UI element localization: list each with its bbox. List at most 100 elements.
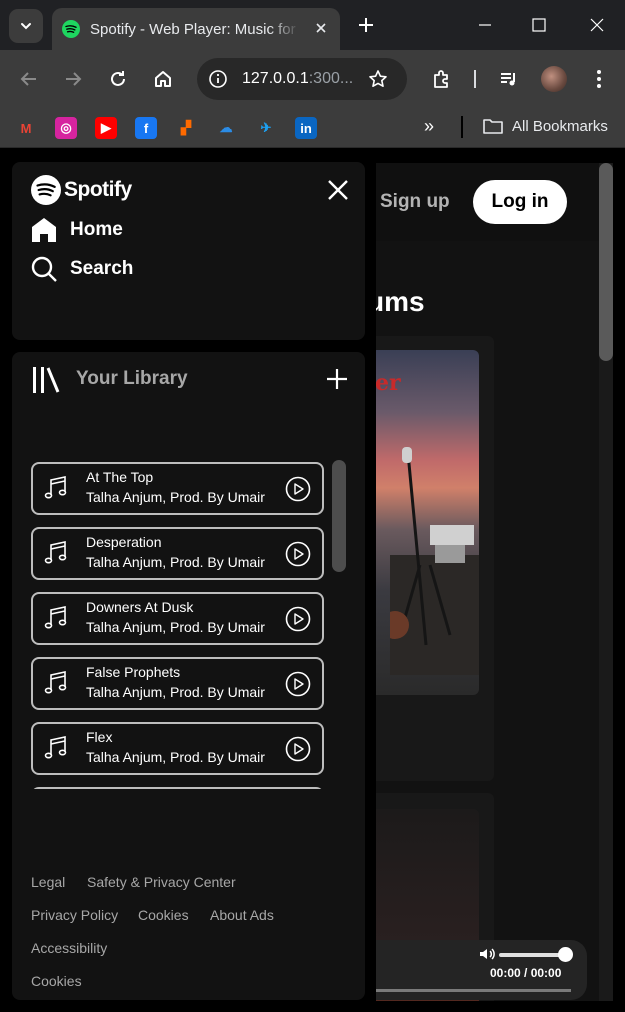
nav-panel: Spotify Home Search bbox=[12, 162, 365, 340]
address-bar[interactable]: 127.0.0.1:300... bbox=[197, 58, 407, 100]
volume-slider-handle[interactable] bbox=[558, 947, 573, 962]
bookmark-app[interactable]: ▞ bbox=[175, 117, 197, 139]
bookmark-gmail[interactable]: M bbox=[15, 117, 37, 139]
bird-icon: ✈ bbox=[260, 120, 272, 135]
library-track[interactable]: Flex Talha Anjum, Prod. By Umair bbox=[31, 722, 324, 775]
track-artist: Talha Anjum, Prod. By Umair bbox=[86, 749, 265, 765]
volume-icon[interactable] bbox=[478, 945, 496, 963]
add-icon[interactable] bbox=[326, 368, 348, 390]
maximize-button[interactable] bbox=[526, 12, 552, 38]
login-button[interactable]: Log in bbox=[473, 180, 567, 224]
music-notes-icon bbox=[44, 476, 67, 499]
tab-close-icon[interactable] bbox=[312, 19, 330, 37]
play-circle-icon[interactable] bbox=[285, 606, 311, 632]
all-bookmarks-button[interactable]: All Bookmarks bbox=[483, 117, 608, 135]
reload-icon bbox=[111, 71, 125, 86]
arrow-right-icon bbox=[66, 72, 82, 86]
browser-toolbar: 127.0.0.1:300... bbox=[0, 50, 625, 108]
playlist-icon bbox=[501, 73, 515, 86]
browser-menu-button[interactable] bbox=[586, 66, 612, 92]
spotify-logo[interactable]: Spotify bbox=[30, 174, 132, 206]
media-control-button[interactable] bbox=[496, 66, 522, 92]
page-scrollbar-thumb[interactable] bbox=[599, 163, 613, 361]
close-window-button[interactable] bbox=[584, 12, 610, 38]
library-icon[interactable] bbox=[31, 366, 61, 394]
library-track[interactable]: False Prophets Talha Anjum, Prod. By Uma… bbox=[31, 657, 324, 710]
toolbar-separator bbox=[474, 70, 476, 88]
bookmark-facebook[interactable]: f bbox=[135, 117, 157, 139]
library-track[interactable]: Desperation Talha Anjum, Prod. By Umair bbox=[31, 527, 324, 580]
extensions-button[interactable] bbox=[429, 66, 455, 92]
footer-legal-link[interactable]: Legal bbox=[31, 874, 65, 890]
nav-home-label: Home bbox=[70, 219, 123, 240]
url-rest: :300... bbox=[308, 70, 354, 87]
close-icon bbox=[590, 18, 604, 32]
site-info-icon[interactable] bbox=[207, 68, 229, 90]
play-circle-icon[interactable] bbox=[285, 736, 311, 762]
main-header: Sign up Log in bbox=[375, 163, 599, 241]
page-scrollbar[interactable] bbox=[599, 163, 613, 1001]
bookmark-onedrive[interactable]: ☁ bbox=[215, 117, 237, 139]
folder-icon bbox=[483, 119, 503, 134]
bookmarks-separator bbox=[461, 116, 463, 138]
bookmark-youtube[interactable]: ▶ bbox=[95, 117, 117, 139]
play-circle-icon[interactable] bbox=[285, 671, 311, 697]
album-cover-image: er bbox=[375, 350, 479, 695]
track-title: Downers At Dusk bbox=[86, 599, 194, 615]
track-title: Flex bbox=[86, 729, 113, 745]
close-sidebar-icon[interactable] bbox=[326, 178, 350, 202]
footer-safety-link[interactable]: Safety & Privacy Center bbox=[87, 874, 236, 890]
player-bar: 00:00 / 00:00 bbox=[375, 940, 587, 1000]
bookmark-bird[interactable]: ✈ bbox=[255, 117, 277, 139]
tab-search-button[interactable] bbox=[9, 9, 43, 43]
play-circle-icon[interactable] bbox=[285, 476, 311, 502]
library-track[interactable]: At The Top Talha Anjum, Prod. By Umair bbox=[31, 462, 324, 515]
minimize-icon bbox=[479, 24, 491, 26]
more-bookmarks-button[interactable]: » bbox=[424, 116, 444, 136]
gmail-icon: M bbox=[20, 120, 32, 136]
nav-search-label: Search bbox=[70, 258, 134, 279]
home-outline-icon bbox=[155, 71, 171, 87]
reload-button[interactable] bbox=[105, 66, 131, 92]
library-track[interactable]: Downers At Dusk Talha Anjum, Prod. By Um… bbox=[31, 592, 324, 645]
bookmark-star-icon[interactable] bbox=[367, 68, 389, 90]
bookmarks-bar: M ◎ ▶ f ▞ ☁ ✈ in » All Bookmarks bbox=[0, 108, 625, 148]
main-content: Sign up Log in ums er bbox=[375, 163, 599, 1001]
instagram-icon: ◎ bbox=[60, 120, 72, 135]
app-icon: ▞ bbox=[181, 120, 191, 135]
back-button[interactable] bbox=[16, 66, 42, 92]
forward-button[interactable] bbox=[60, 66, 86, 92]
library-track-partial[interactable] bbox=[31, 787, 324, 789]
progress-bar[interactable] bbox=[375, 989, 571, 992]
footer-privacy-link[interactable]: Privacy Policy bbox=[31, 907, 118, 923]
url-text: 127.0.0.1:300... bbox=[242, 70, 353, 88]
track-title: Desperation bbox=[86, 534, 162, 550]
footer-cookies-link-2[interactable]: Cookies bbox=[31, 973, 82, 989]
footer-accessibility-link[interactable]: Accessibility bbox=[31, 940, 107, 956]
microphone-stand-illustration bbox=[390, 447, 479, 675]
volume-slider[interactable] bbox=[499, 953, 565, 957]
library-track-list: At The Top Talha Anjum, Prod. By Umair D… bbox=[30, 460, 326, 789]
library-scrollbar-thumb[interactable] bbox=[332, 460, 346, 572]
minimize-button[interactable] bbox=[472, 12, 498, 38]
spotify-favicon-icon bbox=[62, 20, 80, 38]
spotify-logo-icon bbox=[31, 175, 61, 205]
track-artist: Talha Anjum, Prod. By Umair bbox=[86, 684, 265, 700]
new-tab-button[interactable] bbox=[354, 13, 378, 37]
play-circle-icon[interactable] bbox=[285, 541, 311, 567]
footer-cookies-link[interactable]: Cookies bbox=[138, 907, 189, 923]
all-bookmarks-label: All Bookmarks bbox=[512, 117, 608, 135]
nav-home[interactable]: Home bbox=[30, 216, 123, 244]
footer-about-ads-link[interactable]: About Ads bbox=[210, 907, 274, 923]
signup-button[interactable]: Sign up bbox=[380, 191, 450, 213]
home-button[interactable] bbox=[150, 66, 176, 92]
nav-search[interactable]: Search bbox=[30, 255, 133, 283]
bookmark-linkedin[interactable]: in bbox=[295, 117, 317, 139]
album-card[interactable]: er bbox=[375, 336, 494, 860]
home-icon bbox=[30, 216, 58, 244]
profile-avatar[interactable] bbox=[541, 66, 567, 92]
music-notes-icon bbox=[44, 736, 67, 759]
library-title[interactable]: Your Library bbox=[76, 368, 188, 390]
bookmark-instagram[interactable]: ◎ bbox=[55, 117, 77, 139]
browser-tab-spotify[interactable]: Spotify - Web Player: Music for everyone bbox=[52, 8, 340, 50]
